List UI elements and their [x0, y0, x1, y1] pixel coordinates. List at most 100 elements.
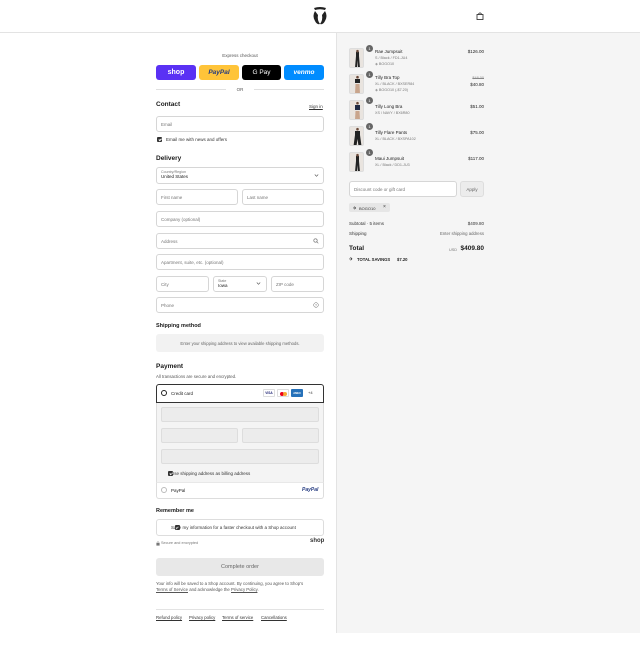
credit-card-radio[interactable]: [161, 390, 167, 396]
zip-field[interactable]: ZIP code: [271, 276, 324, 292]
legal-notice: Your info will be saved to a Shop accoun…: [156, 581, 326, 593]
payment-subtitle: All transactions are secure and encrypte…: [156, 374, 237, 379]
first-name-field[interactable]: First name: [156, 189, 238, 205]
item-variant: XL / BLACK / BXSER84: [375, 82, 415, 86]
cancellations-link[interactable]: Cancellations: [261, 615, 287, 620]
payment-title: Payment: [156, 363, 184, 370]
item-name: Tilly Flare Pants: [375, 130, 408, 135]
item-price: $117.00: [468, 156, 484, 161]
divider-left: [156, 89, 226, 90]
subtotal-label: Subtotal · 5 items: [349, 221, 385, 226]
paypal-express-button[interactable]: PayPal: [199, 65, 239, 80]
item-price: $51.00: [470, 104, 484, 109]
total-savings-label: TOTAL SAVINGS: [357, 257, 391, 262]
paypal-radio[interactable]: [161, 487, 167, 493]
item-name: Maui Jumpsuit: [375, 156, 405, 161]
product-thumbnail: [349, 152, 364, 172]
name-on-card-field[interactable]: [161, 449, 319, 464]
item-discount-code: BOGO10 (-$7.20): [378, 87, 408, 92]
brand-logo-icon[interactable]: [311, 6, 329, 26]
mastercard-icon: [277, 389, 289, 397]
last-name-field[interactable]: Last name: [242, 189, 324, 205]
news-label: Email me with news and offers: [166, 137, 227, 142]
country-select[interactable]: Country/Region United States: [156, 167, 324, 184]
credit-card-label: Credit card: [171, 391, 194, 396]
help-icon[interactable]: ?: [313, 302, 319, 308]
refund-policy-link[interactable]: Refund policy: [156, 615, 182, 620]
complete-order-button[interactable]: Complete order: [156, 558, 324, 576]
contact-title: Contact: [156, 101, 181, 108]
quantity-badge: 1: [366, 71, 373, 78]
visa-icon: VISA: [263, 389, 275, 397]
expiration-field[interactable]: [161, 428, 238, 443]
city-field[interactable]: City: [156, 276, 209, 292]
legal-text-2: and acknowledge the: [188, 587, 232, 592]
phone-field[interactable]: Phone: [156, 297, 324, 313]
shop-pay-button[interactable]: shop: [156, 65, 196, 80]
or-separator: OR: [236, 87, 244, 92]
save-info-label: Save my information for a faster checkou…: [171, 525, 296, 530]
quantity-badge: 1: [366, 123, 373, 130]
item-discount: ⬗ BOGO10: [375, 62, 394, 66]
item-discount-code: BOGO10: [378, 61, 395, 66]
amex-icon: AMEX: [291, 389, 303, 397]
news-checkbox[interactable]: [157, 137, 162, 142]
more-brands-badge: +4: [308, 390, 313, 395]
billing-label: Use shipping address as billing address: [171, 471, 251, 476]
legal-text-3: .: [257, 587, 259, 592]
address-field[interactable]: Address: [156, 233, 324, 249]
applied-discount-code: BOGO10: [359, 205, 376, 211]
terms-of-service-link[interactable]: Terms of Service: [156, 587, 188, 592]
apartment-field[interactable]: Apartment, suite, etc. (optional): [156, 254, 324, 270]
privacy-policy-link[interactable]: Privacy Policy: [231, 587, 257, 592]
shopping-bag-icon[interactable]: [476, 12, 484, 20]
shipping-value: Enter shipping address: [440, 231, 484, 236]
savings-tag-icon: ⬗: [349, 256, 353, 261]
quantity-badge: 1: [366, 45, 373, 52]
express-checkout-title: Express checkout: [222, 53, 258, 58]
item-price: $40.80: [470, 82, 484, 87]
discount-code-field[interactable]: Discount code or gift card: [349, 181, 457, 197]
paypal-logo: PayPal: [302, 487, 319, 493]
terms-of-service-footer-link[interactable]: Terms of service: [222, 615, 253, 620]
remember-me-title: Remember me: [156, 508, 194, 514]
quantity-badge: 1: [366, 97, 373, 104]
legal-text-1: Your info will be saved to a Shop accoun…: [156, 581, 304, 586]
privacy-policy-footer-link[interactable]: Privacy policy: [189, 615, 215, 620]
email-field[interactable]: Email: [156, 116, 324, 132]
paypal-label: PayPal: [171, 488, 186, 493]
item-price: $126.00: [467, 49, 484, 54]
delivery-title: Delivery: [156, 155, 182, 162]
search-icon: [313, 238, 319, 244]
item-variant: XS / NAVY / BX6R80: [375, 111, 410, 115]
venmo-button[interactable]: venmo: [284, 65, 324, 80]
product-thumbnail: [349, 126, 364, 146]
remove-discount-icon[interactable]: ×: [383, 204, 386, 210]
divider-right: [254, 89, 324, 90]
apply-button[interactable]: Apply: [460, 181, 484, 197]
card-number-field[interactable]: [161, 407, 319, 422]
tag-icon: ⬗: [353, 205, 357, 210]
order-summary: [336, 33, 640, 633]
country-value: United States: [161, 174, 189, 179]
item-variant: XL / Black / DD1-JU3: [375, 163, 410, 167]
product-thumbnail: [349, 100, 364, 120]
item-discount: ⬗ BOGO10 (-$7.20): [375, 88, 408, 92]
chevron-down-icon: [256, 282, 261, 285]
item-name: Rae Jumpsuit: [375, 49, 403, 54]
shipping-method-title: Shipping method: [156, 323, 201, 329]
subtotal-value: $409.80: [467, 221, 484, 226]
google-pay-button[interactable]: G Pay: [242, 65, 281, 80]
item-name: Tilly Long Bra: [375, 104, 403, 109]
sign-in-link[interactable]: Sign in: [309, 104, 323, 109]
total-value: $409.80: [460, 245, 485, 252]
svg-text:?: ?: [315, 303, 317, 307]
product-thumbnail: [349, 74, 364, 94]
item-name: Tilly Bra Top: [375, 75, 400, 80]
item-price: $75.00: [470, 130, 484, 135]
lock-icon: [156, 541, 160, 546]
company-field[interactable]: Company (optional): [156, 211, 324, 227]
product-thumbnail: [349, 48, 364, 68]
secure-label: Secure and encrypted: [161, 541, 199, 545]
security-code-field[interactable]: [242, 428, 319, 443]
